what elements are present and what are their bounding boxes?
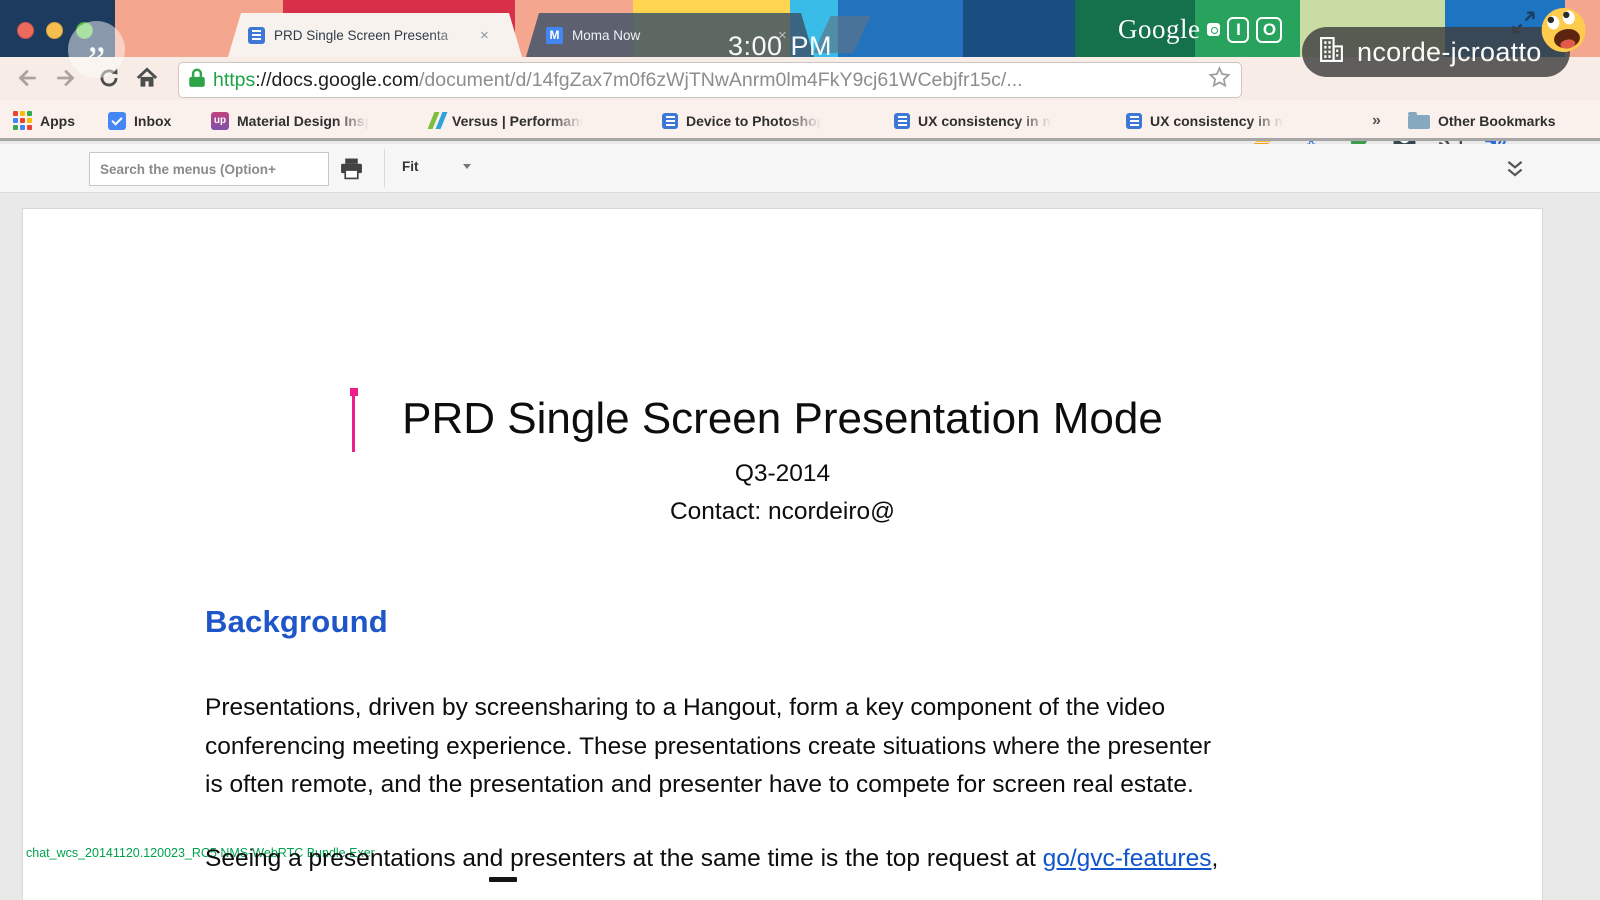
url-path: /document/d/14fgZax7m0f6zWjTNwAnrm0lm4Fk… [419,69,1023,91]
google-docs-icon [894,113,910,129]
moma-favicon: M [546,27,563,44]
home-button[interactable] [134,65,160,96]
url-text: https://docs.google.com/document/d/14fgZ… [213,69,1208,92]
bookmark-inbox[interactable]: Inbox [108,100,171,141]
tab-active-prd-doc[interactable]: PRD Single Screen Presenta × [228,13,522,57]
machine-name-pill: ncorde-jcroatto [1302,27,1570,77]
other-bookmarks[interactable]: Other Bookmarks [1408,100,1555,141]
google-io-logo: Google I O [1118,14,1282,45]
collapse-toolbar-button[interactable] [1504,159,1526,184]
gvc-features-link[interactable]: go/gvc-features [1043,845,1212,872]
paragraph-2: Seeing a presentations and presenters at… [205,840,1218,879]
bookmark-label: Versus | Performanc [452,113,587,129]
bookmark-ux-consistency-1[interactable]: UX consistency in m [894,100,1055,141]
paragraph-line: is often remote, and the presentation an… [205,766,1211,805]
bookmarks-overflow-chevron[interactable]: » [1372,100,1381,141]
chevron-down-icon [463,164,471,169]
google-docs-icon [662,113,678,129]
tab-close-icon[interactable]: × [480,27,489,44]
other-bookmarks-label: Other Bookmarks [1438,113,1555,129]
bookmark-apps[interactable]: Apps [13,100,75,141]
machine-name-label: ncorde-jcroatto [1357,37,1542,68]
smiley-emoji [1536,3,1592,63]
google-docs-icon [1126,113,1142,129]
url-scheme: https [213,69,255,91]
up-badge-icon: up [211,112,229,130]
paragraph-text: , [1211,845,1218,872]
io-i-box: I [1227,17,1249,43]
paragraph-line: Presentations, driven by screensharing t… [205,689,1211,728]
bookmark-material-design[interactable]: up Material Design Insp [211,100,373,141]
double-slash-icon [431,112,444,129]
url-host: ://docs.google.com [255,69,419,91]
document-subtitle-quarter: Q3-2014 [23,460,1542,488]
io-speaker-box [1207,23,1220,36]
bookmark-ux-consistency-2[interactable]: UX consistency in m [1126,100,1287,141]
traffic-light-close[interactable] [17,22,34,39]
document-page[interactable]: chat_wcs_20141120.120023_RC5 NMS-WebRTC … [22,208,1543,900]
bookmark-label: Inbox [134,113,171,129]
building-icon [1318,36,1345,68]
apps-grid-icon [13,111,32,130]
zoom-value: Fit [402,159,419,174]
bookmark-label: UX consistency in m [918,113,1055,129]
toolbar-divider [384,149,385,188]
search-menus-input[interactable] [89,152,329,186]
collaborator-cursor [352,389,355,452]
bookmark-label: UX consistency in m [1150,113,1287,129]
https-padlock-icon [189,68,205,93]
folder-icon [1408,115,1430,129]
document-title: PRD Single Screen Presentation Mode [23,394,1542,444]
bookmark-versus[interactable]: Versus | Performanc [431,100,587,141]
document-subtitle-contact: Contact: ncordeiro@ [23,498,1542,526]
tab-title: PRD Single Screen Presenta [274,28,474,43]
io-o-box: O [1256,17,1282,43]
menu-bar-clock: 3:00 PM [728,31,832,62]
paragraph-line: conferencing meeting experience. These p… [205,728,1211,767]
google-docs-icon [248,27,265,44]
bookmark-star-icon[interactable] [1208,66,1231,94]
docs-toolbar: Fit [0,144,1600,193]
document-canvas: chat_wcs_20141120.120023_RC5 NMS-WebRTC … [0,194,1600,900]
paragraph-1: Presentations, driven by screensharing t… [205,689,1211,805]
forward-button[interactable] [53,65,79,96]
section-heading-background: Background [205,604,388,640]
quote-bubble-overlay: ” [68,21,125,78]
back-button[interactable] [14,65,40,96]
bookmark-label: Material Design Insp [237,113,373,129]
bookmark-device-to-photoshop[interactable]: Device to Photoshop [662,100,825,141]
paragraph-text: Seeing a presentations and presenters at… [205,845,1043,872]
bookmark-label: Apps [40,113,75,129]
bookmark-label: Device to Photoshop [686,113,825,129]
print-button[interactable] [340,158,363,185]
inbox-icon [108,112,126,130]
google-brand-text: Google [1118,14,1200,45]
zoom-select[interactable]: Fit [402,159,471,174]
traffic-light-minimize[interactable] [46,22,63,39]
bookmarks-bar: Apps Inbox up Material Design Insp Versu… [0,100,1600,141]
screen: Google I O 2 PRD Single Screen Presenta … [0,0,1600,900]
address-bar[interactable]: https://docs.google.com/document/d/14fgZ… [178,62,1242,98]
